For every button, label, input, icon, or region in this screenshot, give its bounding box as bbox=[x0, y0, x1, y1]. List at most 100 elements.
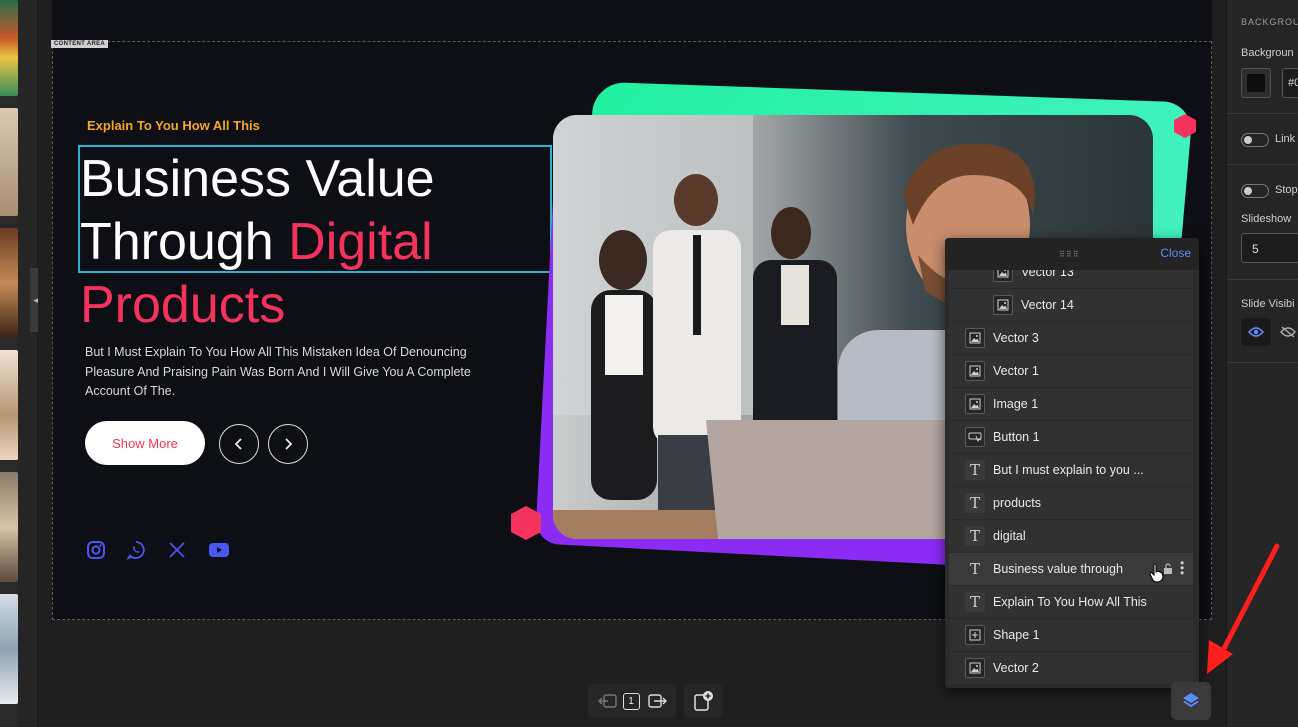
drag-handle-icon[interactable]: ⠿⠿⠿ bbox=[1059, 250, 1080, 259]
show-more-button[interactable]: Show More bbox=[85, 421, 205, 465]
layer-label: Image 1 bbox=[993, 397, 1039, 411]
link-label: Link bbox=[1275, 133, 1296, 145]
layer-label: Vector 13 bbox=[1021, 270, 1074, 279]
background-label: Backgroun bbox=[1241, 47, 1294, 59]
text-icon: T bbox=[965, 460, 985, 480]
text-icon: T bbox=[965, 559, 985, 579]
color-swatch-button[interactable] bbox=[1241, 68, 1271, 98]
layer-label: Explain To You How All This bbox=[993, 595, 1147, 609]
layers-panel-header[interactable]: ⠿⠿⠿ Close bbox=[945, 238, 1199, 270]
layer-list: Vector 13 Vector 14 Vector 3 Vector 1 Image … bbox=[949, 270, 1193, 684]
layers-panel: ⠿⠿⠿ Close Vector 13 Vector 14 Vector 3 Vect… bbox=[945, 238, 1199, 688]
add-slide-button[interactable] bbox=[684, 684, 722, 718]
left-sidebar bbox=[18, 0, 38, 727]
layer-item[interactable]: Shape 1 bbox=[949, 619, 1193, 652]
layer-label: Business value through bbox=[993, 562, 1123, 576]
layer-label: Shape 1 bbox=[993, 628, 1040, 642]
text-icon: T bbox=[965, 493, 985, 513]
image-icon bbox=[965, 658, 985, 678]
layer-item[interactable]: Image 1 bbox=[949, 388, 1193, 421]
layer-label: Vector 2 bbox=[993, 661, 1039, 675]
layer-item[interactable]: Tdigital bbox=[949, 520, 1193, 553]
editor-window: ◀ CONTENT AREA Explain To You How All Th… bbox=[0, 0, 1298, 727]
image-icon bbox=[993, 295, 1013, 315]
layer-item[interactable]: Tproducts bbox=[949, 487, 1193, 520]
divider bbox=[1227, 113, 1298, 114]
slideshow-input[interactable]: 5 bbox=[1241, 233, 1298, 263]
close-layers-button[interactable]: Close bbox=[1160, 246, 1191, 260]
layer-label: digital bbox=[993, 529, 1026, 543]
layer-item[interactable]: Vector 1 bbox=[949, 355, 1193, 388]
eye-off-icon bbox=[1280, 326, 1296, 338]
x-icon[interactable] bbox=[166, 539, 188, 561]
stop-label: Stop bbox=[1275, 184, 1298, 196]
layer-item[interactable]: Vector 13 bbox=[949, 270, 1193, 289]
selection-outline[interactable] bbox=[78, 145, 552, 273]
slide-thumbnail[interactable] bbox=[0, 350, 18, 460]
layer-item[interactable]: T But I must explain to you ... bbox=[949, 454, 1193, 487]
slide-paragraph[interactable]: But I Must Explain To You How All This M… bbox=[85, 343, 485, 402]
image-icon bbox=[965, 394, 985, 414]
hidden-button[interactable] bbox=[1275, 318, 1298, 346]
layers-icon bbox=[1183, 693, 1199, 708]
layer-item[interactable]: Vector 14 bbox=[949, 289, 1193, 322]
divider bbox=[1227, 164, 1298, 165]
instagram-icon[interactable] bbox=[85, 539, 107, 561]
slideshow-label: Slideshow bbox=[1241, 213, 1292, 225]
divider bbox=[1227, 279, 1298, 280]
layers-button[interactable] bbox=[1171, 682, 1211, 720]
whatsapp-icon[interactable] bbox=[125, 539, 147, 561]
layer-item[interactable]: Vector 3 bbox=[949, 322, 1193, 355]
text-icon: T bbox=[965, 526, 985, 546]
layer-item[interactable]: T Explain To You How All This bbox=[949, 586, 1193, 619]
text-icon: T bbox=[965, 592, 985, 612]
page-number[interactable]: 1 bbox=[622, 692, 640, 710]
slide-thumbnail[interactable] bbox=[0, 228, 18, 338]
red-hexagon-shape[interactable] bbox=[508, 505, 544, 541]
slide-thumbnail[interactable] bbox=[0, 108, 18, 216]
add-slide-icon bbox=[694, 691, 713, 711]
more-options-icon[interactable]: • • • bbox=[1180, 557, 1184, 579]
button-icon bbox=[965, 427, 985, 447]
content-area-label: CONTENT AREA bbox=[51, 40, 109, 48]
hand-cursor-icon bbox=[1149, 563, 1165, 588]
image-icon bbox=[965, 361, 985, 381]
visible-button[interactable] bbox=[1241, 318, 1271, 346]
heading-line-3: Products bbox=[80, 276, 286, 334]
layer-label: Vector 3 bbox=[993, 331, 1039, 345]
layer-label: Vector 14 bbox=[1021, 298, 1074, 312]
red-hexagon-shape[interactable] bbox=[1172, 113, 1198, 139]
layer-item[interactable]: T Business value through • • • bbox=[949, 553, 1193, 586]
slide-thumbnail[interactable] bbox=[0, 0, 18, 96]
youtube-icon[interactable] bbox=[208, 539, 230, 561]
next-slide-button[interactable] bbox=[268, 424, 308, 464]
image-icon bbox=[965, 328, 985, 348]
chevron-right-icon bbox=[285, 438, 293, 450]
chevron-left-icon bbox=[234, 438, 242, 450]
layer-item[interactable]: Vector 2 bbox=[949, 652, 1193, 684]
slide-thumbnail[interactable] bbox=[0, 594, 18, 704]
layer-item[interactable]: Button 1 bbox=[949, 421, 1193, 454]
layer-label: Vector 1 bbox=[993, 364, 1039, 378]
color-swatch bbox=[1247, 74, 1265, 92]
next-page-icon[interactable] bbox=[646, 691, 668, 711]
color-hex-input[interactable]: #0 bbox=[1282, 68, 1298, 98]
slide-navigation: 1 bbox=[588, 684, 676, 718]
slide-thumbnail[interactable] bbox=[0, 472, 18, 582]
red-arrow-annotation bbox=[1207, 543, 1280, 674]
shape-icon bbox=[965, 625, 985, 645]
stop-toggle[interactable] bbox=[1241, 184, 1269, 198]
prev-page-icon[interactable] bbox=[597, 691, 619, 711]
slide-thumbnail-strip bbox=[0, 0, 18, 727]
slide-subtitle[interactable]: Explain To You How All This bbox=[87, 118, 260, 133]
layer-label: Button 1 bbox=[993, 430, 1040, 444]
section-title: BACKGROU bbox=[1241, 17, 1298, 27]
eye-icon bbox=[1248, 327, 1264, 337]
link-toggle[interactable] bbox=[1241, 133, 1269, 147]
layer-label: But I must explain to you ... bbox=[993, 463, 1144, 477]
layer-label: products bbox=[993, 496, 1041, 510]
divider bbox=[1227, 362, 1298, 363]
image-icon bbox=[993, 270, 1013, 282]
prev-slide-button[interactable] bbox=[219, 424, 259, 464]
slide-visibility-label: Slide Visibi bbox=[1241, 298, 1295, 310]
